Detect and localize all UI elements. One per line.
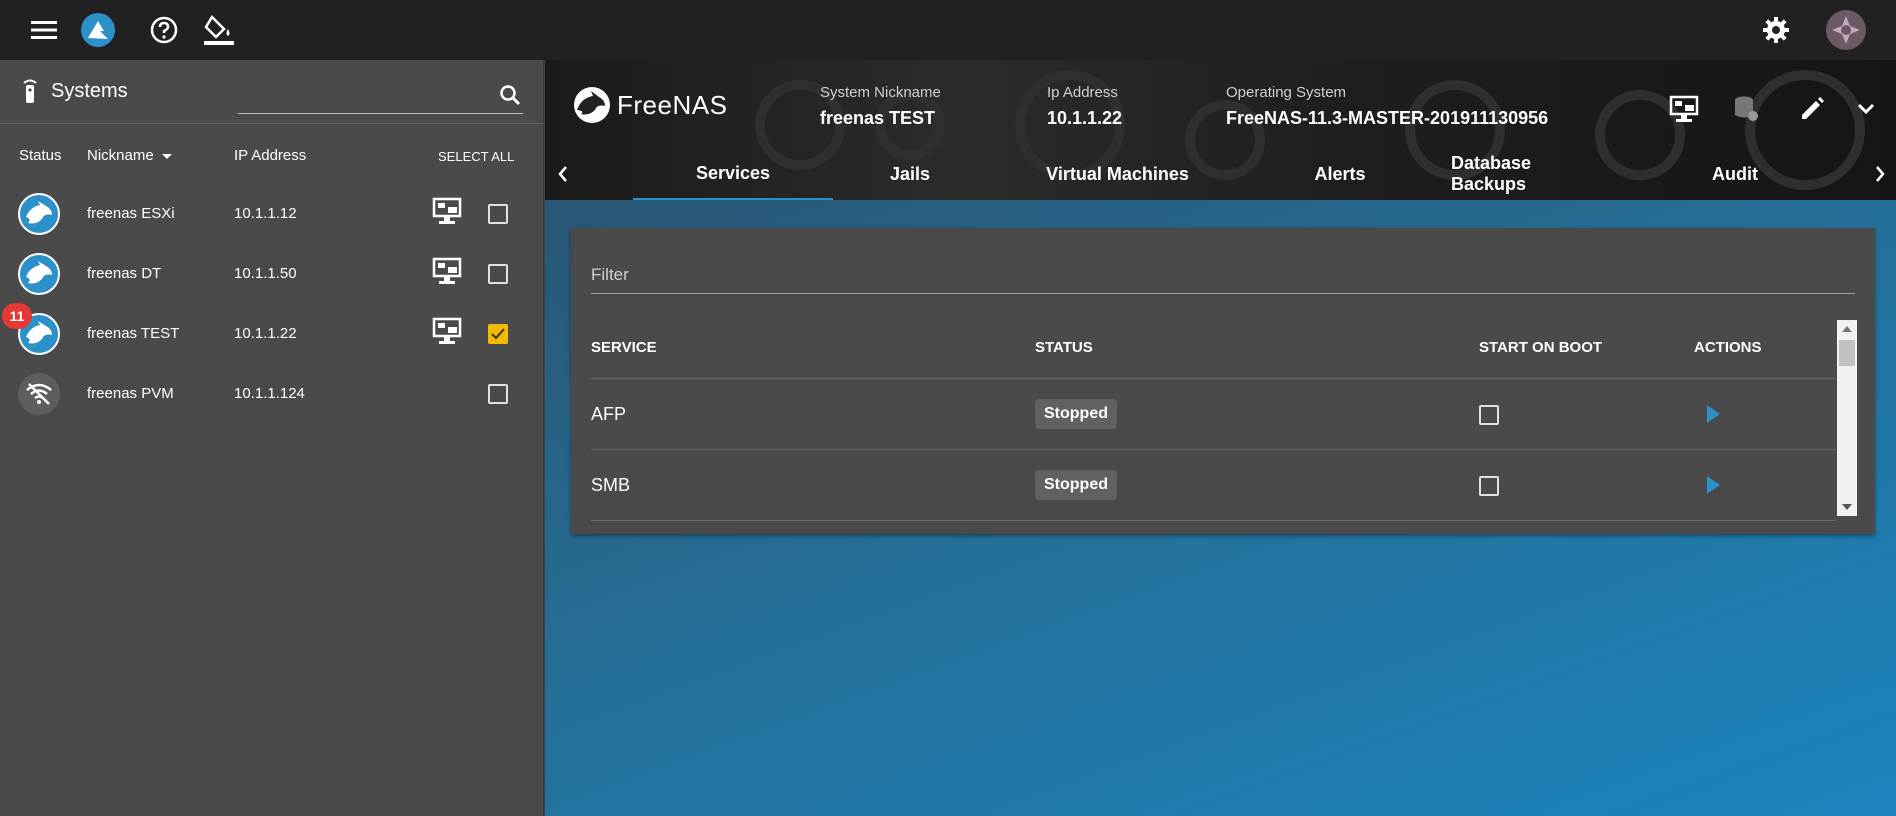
system-search: [238, 78, 523, 114]
monitor-icon[interactable]: [432, 317, 462, 345]
main-panel: FreeNAS System Nickname freenas TEST Ip …: [545, 60, 1896, 816]
column-ip-address: IP Address: [234, 147, 307, 164]
wifi-off-icon: [18, 373, 60, 415]
service-name: SMB: [591, 475, 631, 495]
system-row[interactable]: freenas DT 10.1.1.50: [0, 243, 544, 303]
column-status: Status: [19, 147, 62, 164]
freenas-shark-icon: [574, 87, 610, 123]
theme-paint-icon[interactable]: [199, 10, 239, 50]
ip-value: 10.1.1.22: [1047, 108, 1123, 128]
filter-field: [591, 258, 1855, 294]
system-row[interactable]: freenas ESXi 10.1.1.12: [0, 183, 544, 243]
user-avatar[interactable]: [1826, 10, 1866, 50]
table-row: SMB Stopped: [591, 450, 1836, 521]
column-nickname[interactable]: Nickname: [87, 147, 172, 164]
freenas-logo-text: FreeNAS: [617, 89, 728, 120]
scroll-up-arrow[interactable]: [1842, 326, 1852, 332]
system-checkbox[interactable]: [488, 204, 508, 224]
edit-icon[interactable]: [1795, 92, 1829, 126]
start-on-boot-checkbox[interactable]: [1479, 405, 1499, 425]
sidebar-header: Systems: [0, 60, 544, 124]
service-name: AFP: [591, 404, 627, 424]
services-card: SERVICE STATUS START ON BOOT ACTIONS AFP…: [571, 228, 1875, 534]
system-nickname: freenas DT: [87, 265, 162, 282]
play-icon[interactable]: [1707, 476, 1720, 494]
systems-sidebar: Systems Status Nickname IP Address SELEC…: [0, 60, 544, 816]
play-icon[interactable]: [1707, 405, 1720, 423]
database-icon[interactable]: [1729, 92, 1763, 126]
status-badge: Stopped: [1035, 470, 1117, 500]
system-ip: 10.1.1.12: [234, 205, 297, 222]
system-ip: 10.1.1.124: [234, 385, 305, 402]
search-icon[interactable]: [499, 84, 521, 111]
monitor-icon[interactable]: [1667, 92, 1701, 126]
system-nickname: freenas PVM: [87, 385, 174, 402]
alert-count-badge: 11: [2, 303, 32, 329]
chevron-down-icon[interactable]: [1849, 92, 1883, 126]
column-start-on-boot: START ON BOOT: [1479, 339, 1603, 356]
table-row: AFP Stopped: [591, 379, 1836, 450]
tab-database-backups[interactable]: Database Backups: [1451, 148, 1611, 200]
os-value: FreeNAS-11.3-MASTER-201911130956: [1226, 108, 1549, 128]
filter-input[interactable]: [591, 258, 1855, 292]
system-search-input[interactable]: [238, 78, 478, 112]
ip-label: Ip Address: [1047, 84, 1118, 101]
column-service: SERVICE: [591, 339, 657, 356]
system-nickname: freenas ESXi: [87, 205, 175, 222]
freenas-shark-icon: [18, 193, 60, 235]
tab-audit[interactable]: Audit: [1705, 148, 1765, 200]
truecommand-logo-icon[interactable]: [78, 10, 118, 50]
system-header: FreeNAS System Nickname freenas TEST Ip …: [545, 60, 1896, 200]
tab-alerts[interactable]: Alerts: [1305, 148, 1375, 200]
system-nickname: freenas TEST: [87, 325, 180, 342]
select-all-button[interactable]: SELECT ALL: [438, 149, 514, 164]
chevron-left-icon[interactable]: [551, 160, 575, 188]
sidebar-title: Systems: [51, 80, 128, 102]
column-actions: ACTIONS: [1694, 339, 1762, 356]
system-checkbox[interactable]: [488, 384, 508, 404]
system-row[interactable]: 11 freenas TEST 10.1.1.22: [0, 303, 544, 363]
column-nickname-label: Nickname: [87, 147, 154, 164]
tab-virtual-machines[interactable]: Virtual Machines: [1045, 148, 1190, 200]
scroll-down-arrow[interactable]: [1842, 504, 1852, 510]
system-tabs: Services Jails Virtual Machines Alerts D…: [545, 148, 1896, 200]
tab-jails[interactable]: Jails: [865, 148, 955, 200]
monitor-icon[interactable]: [432, 257, 462, 285]
system-row[interactable]: freenas PVM 10.1.1.124: [0, 363, 544, 423]
system-ip: 10.1.1.50: [234, 265, 297, 282]
nickname-label: System Nickname: [820, 84, 941, 101]
tab-services[interactable]: Services: [633, 148, 833, 200]
scrollbar-thumb[interactable]: [1839, 340, 1855, 366]
remote-icon: [20, 79, 40, 110]
monitor-icon[interactable]: [432, 197, 462, 225]
system-checkbox[interactable]: [488, 264, 508, 284]
system-ip: 10.1.1.22: [234, 325, 297, 342]
sort-down-icon[interactable]: [161, 153, 172, 159]
start-on-boot-checkbox[interactable]: [1479, 476, 1499, 496]
settings-icon[interactable]: [1756, 10, 1796, 50]
column-status: STATUS: [1035, 339, 1093, 356]
menu-icon[interactable]: [24, 10, 64, 50]
check-icon: [491, 328, 505, 340]
system-checkbox[interactable]: [488, 324, 508, 344]
nickname-value: freenas TEST: [820, 108, 936, 128]
help-icon[interactable]: [144, 10, 184, 50]
top-bar: [0, 0, 1896, 60]
freenas-shark-icon: [18, 253, 60, 295]
freenas-logo: FreeNAS: [571, 86, 727, 124]
chevron-right-icon[interactable]: [1868, 160, 1892, 188]
table-scrollbar[interactable]: [1837, 320, 1857, 516]
status-badge: Stopped: [1035, 399, 1117, 429]
os-label: Operating System: [1226, 84, 1347, 101]
